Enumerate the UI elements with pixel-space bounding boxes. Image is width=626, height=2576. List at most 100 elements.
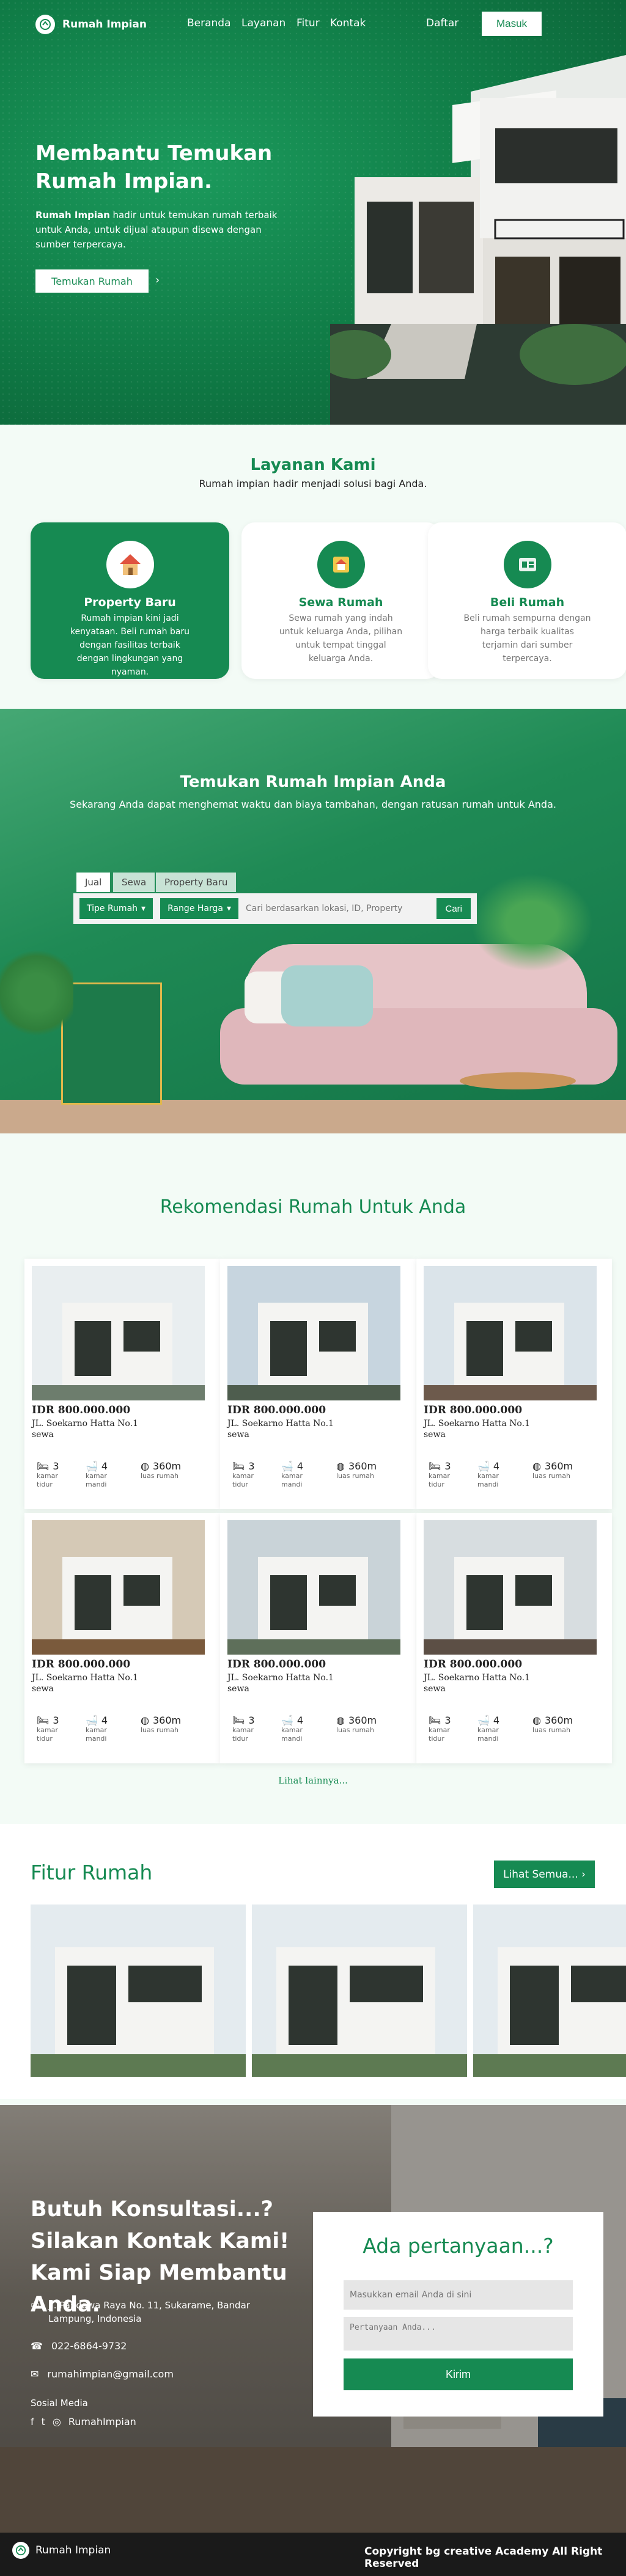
tab-property-baru[interactable]: Property Baru: [156, 873, 237, 892]
footer-brand[interactable]: Rumah Impian: [12, 2542, 111, 2559]
house-image[interactable]: [424, 1266, 597, 1400]
house-image[interactable]: [227, 1520, 400, 1655]
feature-area: ◍ 360m luas rumah: [532, 1460, 573, 1480]
nav-fitur[interactable]: Fitur: [296, 17, 320, 29]
brand-name: Rumah Impian: [62, 18, 147, 31]
tab-sewa[interactable]: Sewa: [113, 873, 155, 892]
house-type-select[interactable]: Tipe Rumah ▾: [79, 898, 153, 919]
facebook-icon[interactable]: f: [31, 2416, 34, 2428]
house-image[interactable]: [424, 1520, 597, 1655]
house-card[interactable]: IDR 800.000.000 JL. Soekarno Hatta No.1 se…: [416, 1259, 612, 1509]
bed-count: 3: [53, 1460, 59, 1472]
hero-title: Membantu Temukan Rumah Impian.: [35, 141, 273, 194]
bed-count: 3: [53, 1714, 59, 1726]
floor: [0, 1100, 626, 1133]
email-field[interactable]: [344, 2280, 573, 2310]
bath-count: 4: [493, 1460, 500, 1472]
bed-icon: 🛏: [232, 1714, 245, 1726]
house-image[interactable]: [227, 1266, 400, 1400]
search-input[interactable]: [246, 898, 430, 919]
feature-image[interactable]: [252, 1905, 467, 2077]
bed-count: 3: [444, 1460, 451, 1472]
service-card-buy[interactable]: Beli Rumah Beli rumah sempurna dengan ha…: [428, 522, 626, 679]
feature-image[interactable]: [31, 1905, 246, 2077]
hero-section: Membantu Temukan Rumah Impian. Rumah Imp…: [0, 0, 626, 425]
plant: [0, 944, 73, 1042]
house-card[interactable]: IDR 800.000.000 JL. Soekarno Hatta No.1 se…: [220, 1259, 416, 1509]
house-type: sewa: [227, 1430, 249, 1440]
feature-image[interactable]: [473, 1905, 626, 2077]
house-card[interactable]: IDR 800.000.000 JL. Soekarno Hatta No.1 se…: [416, 1513, 612, 1763]
bed-icon: 🛏: [232, 1460, 245, 1472]
feature-beds: 🛏 3 kamar tidur: [429, 1460, 459, 1489]
phone-icon: ☎: [31, 2340, 43, 2352]
house-type: sewa: [32, 1430, 54, 1440]
house-image[interactable]: [32, 1520, 205, 1655]
feature-baths: 🛁 4 kamar mandi: [86, 1714, 116, 1743]
hero-house-image: [330, 55, 626, 425]
bed-icon: 🛏: [429, 1460, 441, 1472]
social-label: Sosial Media: [31, 2398, 88, 2409]
house-card[interactable]: IDR 800.000.000 JL. Soekarno Hatta No.1 se…: [220, 1513, 416, 1763]
tab-jual[interactable]: Jual: [76, 873, 111, 892]
brand-logo[interactable]: Rumah Impian: [35, 15, 147, 34]
bed-count: 3: [444, 1714, 451, 1726]
area-label: luas rumah: [532, 1726, 570, 1734]
feature-area: ◍ 360m luas rumah: [141, 1460, 181, 1480]
service-card-property[interactable]: Property Baru Rumah impian kini jadi ken…: [31, 522, 229, 679]
nav-beranda[interactable]: Beranda: [187, 17, 231, 29]
service-card-rent[interactable]: Sewa Rumah Sewa rumah yang indah untuk k…: [241, 522, 440, 679]
bath-label: kamar mandi: [281, 1726, 303, 1743]
bath-count: 4: [101, 1460, 108, 1472]
service-title: Property Baru: [84, 596, 176, 609]
house-type: sewa: [424, 1430, 446, 1440]
social-handle[interactable]: RumahImpian: [68, 2416, 136, 2428]
see-more-link[interactable]: Lihat lainnya...: [0, 1775, 626, 1786]
house-card[interactable]: IDR 800.000.000 JL. Soekarno Hatta No.1 se…: [24, 1513, 220, 1763]
instagram-icon[interactable]: ◎: [53, 2416, 61, 2428]
feature-baths: 🛁 4 kamar mandi: [477, 1714, 508, 1743]
globe-icon: ◍: [336, 1460, 345, 1472]
masuk-button[interactable]: Masuk: [482, 12, 542, 36]
service-title: Sewa Rumah: [298, 596, 383, 609]
logo-house-icon: [35, 15, 55, 34]
twitter-icon[interactable]: t: [42, 2416, 45, 2428]
search-button[interactable]: Cari: [436, 898, 471, 919]
house-address: JL. Soekarno Hatta No.1: [32, 1673, 138, 1683]
house-card[interactable]: IDR 800.000.000 JL. Soekarno Hatta No.1 se…: [24, 1259, 220, 1509]
contact-phone: ☎ 022-6864-9732: [31, 2340, 127, 2352]
contact-form: Ada pertanyaan...? Kirim: [313, 2212, 603, 2417]
plant: [471, 874, 593, 971]
bath-label: kamar mandi: [86, 1472, 107, 1488]
bed-count: 3: [248, 1714, 255, 1726]
bed-label: kamar tidur: [429, 1726, 450, 1743]
globe-icon: ◍: [532, 1714, 541, 1726]
bath-count: 4: [296, 1460, 304, 1472]
email-text[interactable]: rumahimpian@gmail.com: [47, 2368, 174, 2380]
submit-button[interactable]: Kirim: [344, 2358, 573, 2390]
house-address: JL. Soekarno Hatta No.1: [227, 1419, 334, 1429]
arrow-right-icon[interactable]: ›: [155, 274, 160, 287]
area-label: luas rumah: [336, 1472, 374, 1480]
feature-beds: 🛏 3 kamar tidur: [429, 1714, 459, 1743]
find-house-button[interactable]: Temukan Rumah: [35, 269, 149, 293]
nav-layanan[interactable]: Layanan: [241, 17, 285, 29]
social-links: f t ◎ RumahImpian: [31, 2416, 136, 2428]
feature-beds: 🛏 3 kamar tidur: [232, 1714, 263, 1743]
phone-text[interactable]: 022-6864-9732: [51, 2340, 127, 2352]
bath-count: 4: [493, 1714, 500, 1726]
question-field[interactable]: [344, 2317, 573, 2351]
price-range-select[interactable]: Range Harga ▾: [160, 898, 238, 919]
house-address: JL. Soekarno Hatta No.1: [32, 1419, 138, 1429]
house-image[interactable]: [32, 1266, 205, 1400]
see-all-button[interactable]: Lihat Semua... ›: [494, 1861, 595, 1888]
house-price: IDR 800.000.000: [424, 1658, 523, 1670]
bath-icon: 🛁: [86, 1714, 98, 1726]
house-price: IDR 800.000.000: [32, 1658, 131, 1670]
house-type: sewa: [424, 1684, 446, 1694]
location-icon: ▭: [31, 2299, 40, 2310]
area-value: 360m: [152, 1714, 182, 1726]
daftar-link[interactable]: Daftar: [426, 17, 458, 29]
nav-kontak[interactable]: Kontak: [330, 17, 366, 29]
pillow: [281, 965, 373, 1026]
